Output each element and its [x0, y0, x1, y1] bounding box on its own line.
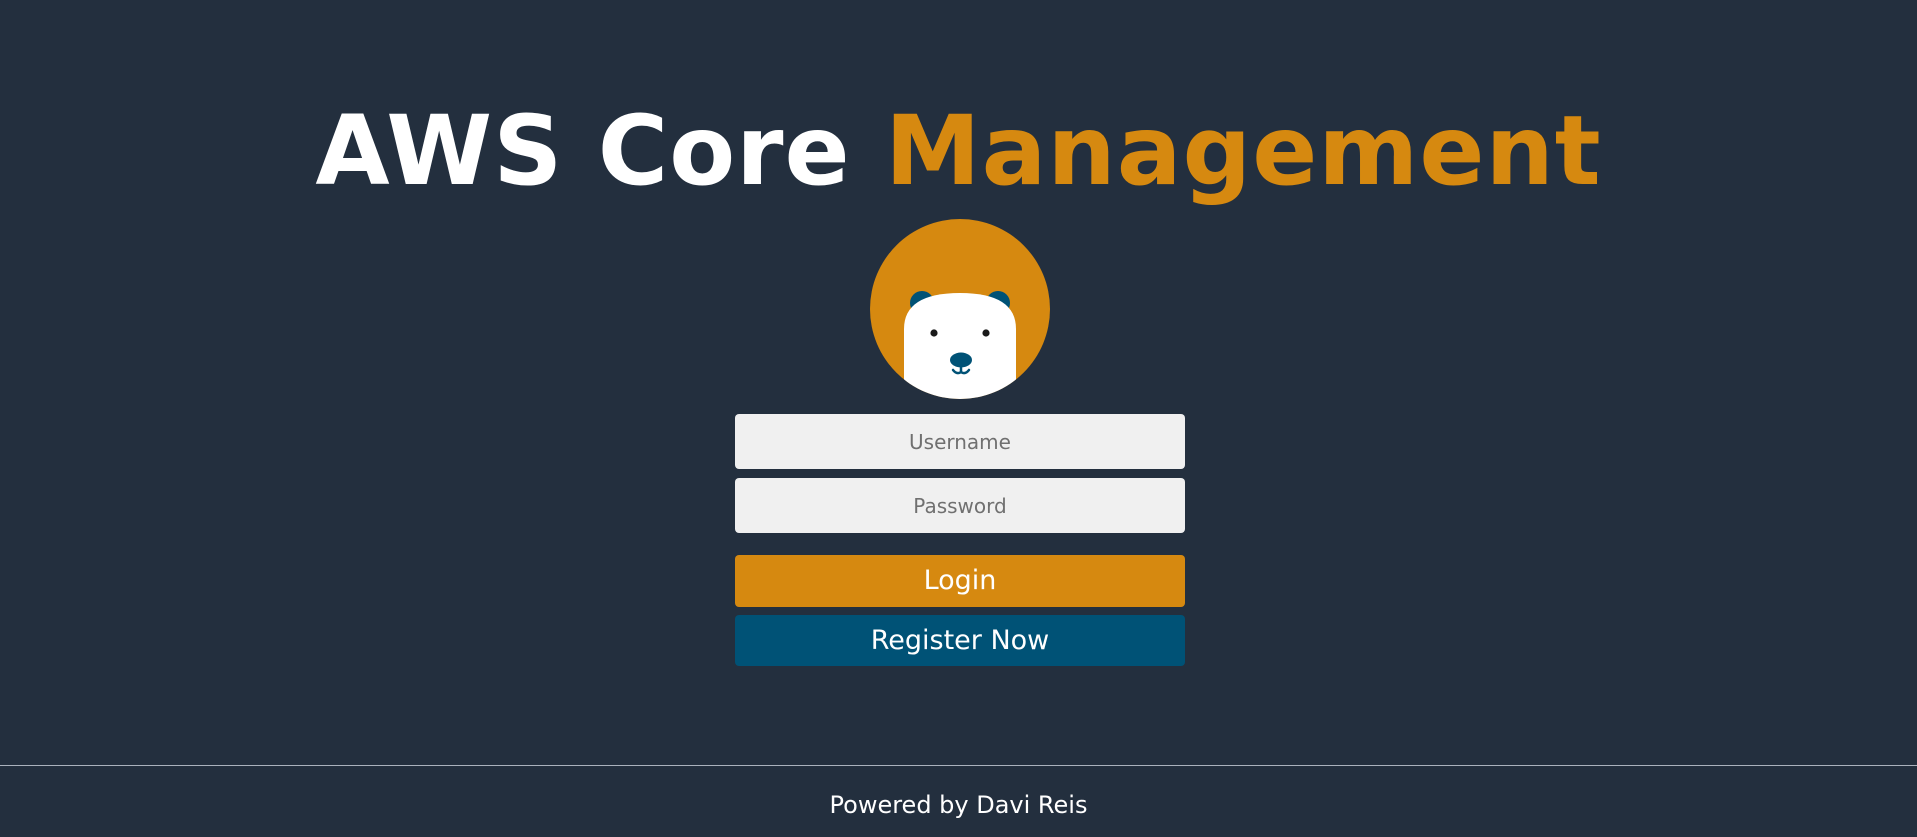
polar-bear-icon — [870, 219, 1050, 399]
footer-credit: Powered by Davi Reis — [829, 791, 1088, 819]
register-button[interactable]: Register Now — [735, 615, 1185, 666]
login-page: AWS Core Management Username Login Regis… — [0, 0, 1917, 837]
username-input[interactable] — [735, 414, 1185, 469]
password-input[interactable] — [735, 478, 1185, 533]
title-part-aws-core: AWS Core — [315, 95, 851, 207]
login-button[interactable]: Login — [735, 555, 1185, 607]
page-title: AWS Core Management — [0, 96, 1917, 206]
avatar — [870, 219, 1050, 399]
title-part-management: Management — [885, 95, 1602, 207]
login-form: Login Register Now — [735, 414, 1185, 666]
footer-divider — [0, 765, 1917, 766]
